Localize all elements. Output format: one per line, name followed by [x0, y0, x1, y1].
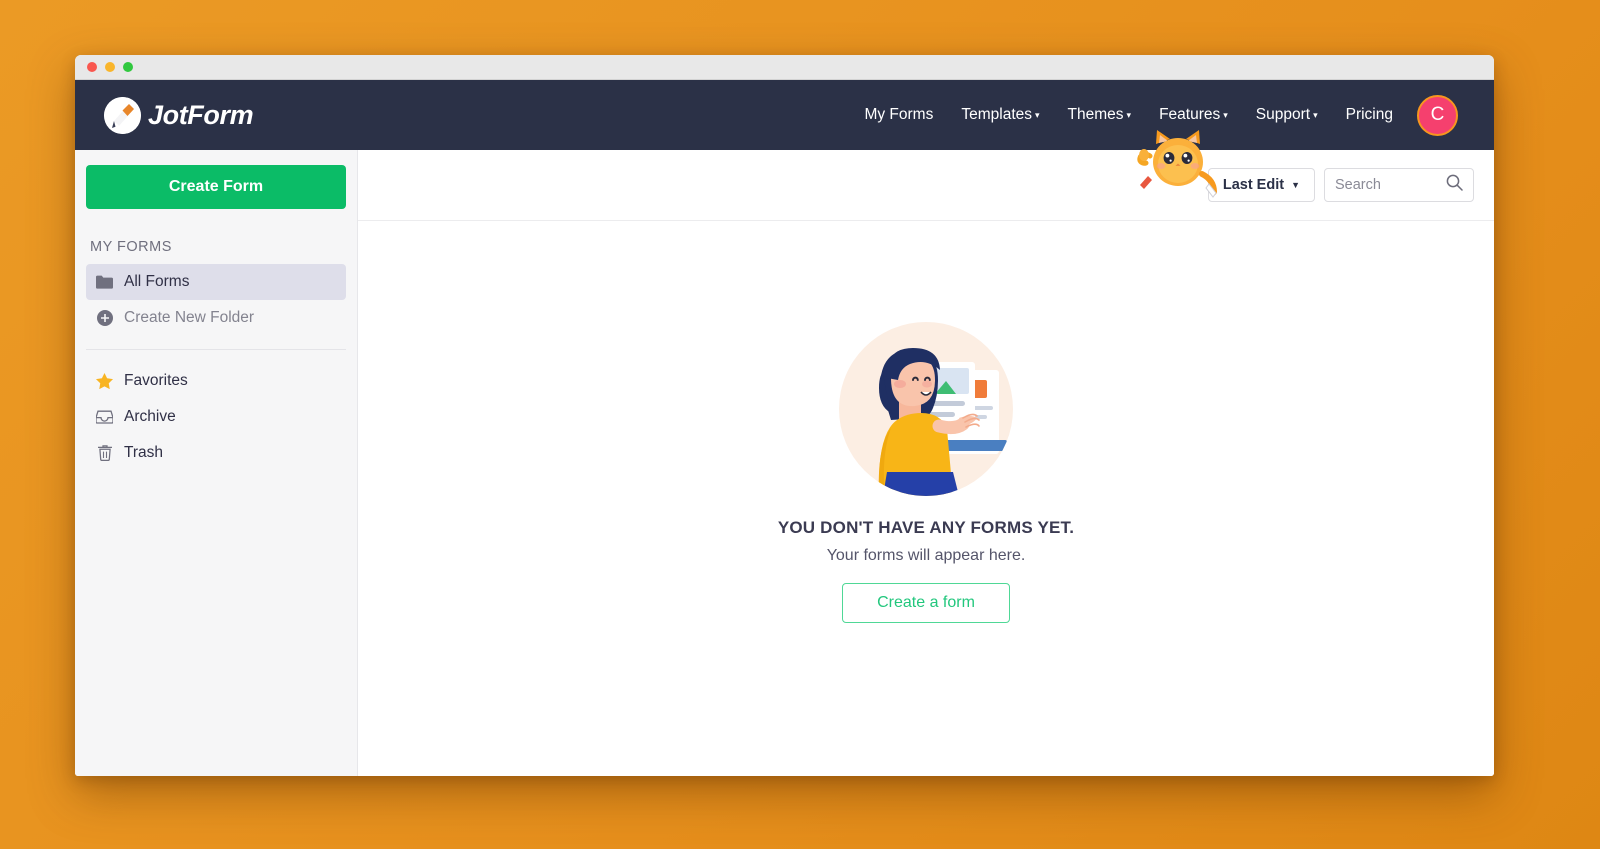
chevron-down-icon: ▼: [1291, 180, 1300, 190]
empty-state: YOU DON'T HAVE ANY FORMS YET. Your forms…: [358, 322, 1494, 623]
nav-label: Support: [1255, 106, 1311, 123]
browser-window: JotForm My Forms Templates ▾ Themes ▾ Feat…: [75, 55, 1494, 776]
sidebar-item-label: Archive: [124, 408, 176, 425]
brand-name: JotForm: [148, 99, 254, 130]
create-a-form-button[interactable]: Create a form: [842, 583, 1010, 623]
minimize-button[interactable]: [105, 62, 115, 72]
sort-dropdown-button[interactable]: Last Edit ▼: [1207, 168, 1315, 202]
sidebar-item-trash[interactable]: Trash: [86, 435, 346, 471]
nav-item-support[interactable]: Support ▾: [1242, 100, 1332, 130]
nav-label: Pricing: [1345, 106, 1393, 123]
nav-item-features[interactable]: Features ▾: [1145, 100, 1242, 130]
empty-state-title: YOU DON'T HAVE ANY FORMS YET.: [777, 518, 1075, 537]
close-button[interactable]: [87, 62, 97, 72]
sort-label: Last Edit: [1222, 177, 1285, 193]
sidebar-item-favorites[interactable]: Favorites: [86, 363, 346, 399]
nav-item-themes[interactable]: Themes ▾: [1054, 100, 1146, 130]
nav-label: My Forms: [864, 106, 934, 123]
trash-icon: [96, 445, 113, 462]
sidebar-item-label: Trash: [124, 444, 164, 461]
folder-icon: [96, 274, 113, 291]
search-box[interactable]: [1324, 168, 1474, 202]
search-input[interactable]: [1335, 177, 1446, 193]
top-navigation-bar: JotForm My Forms Templates ▾ Themes ▾ Feat…: [75, 80, 1494, 150]
nav-links: My Forms Templates ▾ Themes ▾ Features ▾ Su…: [850, 94, 1494, 136]
nav-label: Themes: [1067, 106, 1124, 123]
sidebar-item-archive[interactable]: Archive: [86, 399, 346, 435]
sidebar-item-label: All Forms: [124, 273, 190, 290]
sidebar-section-label: MY FORMS: [90, 239, 172, 255]
empty-state-subtitle: Your forms will appear here.: [826, 547, 1026, 564]
nav-label: Features: [1159, 106, 1221, 123]
create-form-button[interactable]: Create Form: [86, 165, 346, 209]
window-titlebar: [75, 55, 1494, 80]
plus-circle-icon: [96, 310, 113, 327]
sidebar: Create Form MY FORMS All Forms Create Ne…: [75, 150, 358, 776]
avatar[interactable]: C: [1417, 94, 1458, 136]
woman-presenting-forms-illustration: [839, 322, 1013, 496]
chevron-down-icon: ▾: [1126, 110, 1132, 120]
sidebar-item-label: Favorites: [124, 372, 188, 389]
sidebar-divider: [86, 349, 346, 350]
nav-item-my-forms[interactable]: My Forms: [850, 100, 947, 130]
zoom-button[interactable]: [123, 62, 133, 72]
chevron-down-icon: ▾: [1035, 110, 1040, 120]
forms-toolbar: Last Edit ▼: [358, 130, 1494, 221]
main-content: Last Edit ▼ Search YOU DON'T HAVE ANY FO…: [358, 130, 1494, 776]
nav-item-pricing[interactable]: Pricing: [1332, 100, 1407, 130]
nav-item-templates[interactable]: Templates ▾: [947, 100, 1053, 130]
sidebar-item-label: Create New Folder: [124, 309, 255, 326]
chevron-down-icon: ▾: [1223, 110, 1228, 120]
jotform-logo[interactable]: JotForm: [104, 96, 254, 134]
pencil-circle-icon: [104, 96, 141, 134]
archive-icon: [96, 409, 113, 426]
sidebar-item-create-new-folder[interactable]: Create New Folder: [86, 300, 346, 336]
chevron-down-icon: ▾: [1313, 110, 1318, 120]
search-icon[interactable]: [1446, 174, 1463, 196]
sidebar-item-all-forms[interactable]: All Forms: [86, 264, 346, 300]
app-body: Create Form MY FORMS All Forms Create Ne…: [75, 130, 1494, 776]
nav-label: Templates: [961, 106, 1033, 123]
star-icon: [96, 373, 113, 390]
